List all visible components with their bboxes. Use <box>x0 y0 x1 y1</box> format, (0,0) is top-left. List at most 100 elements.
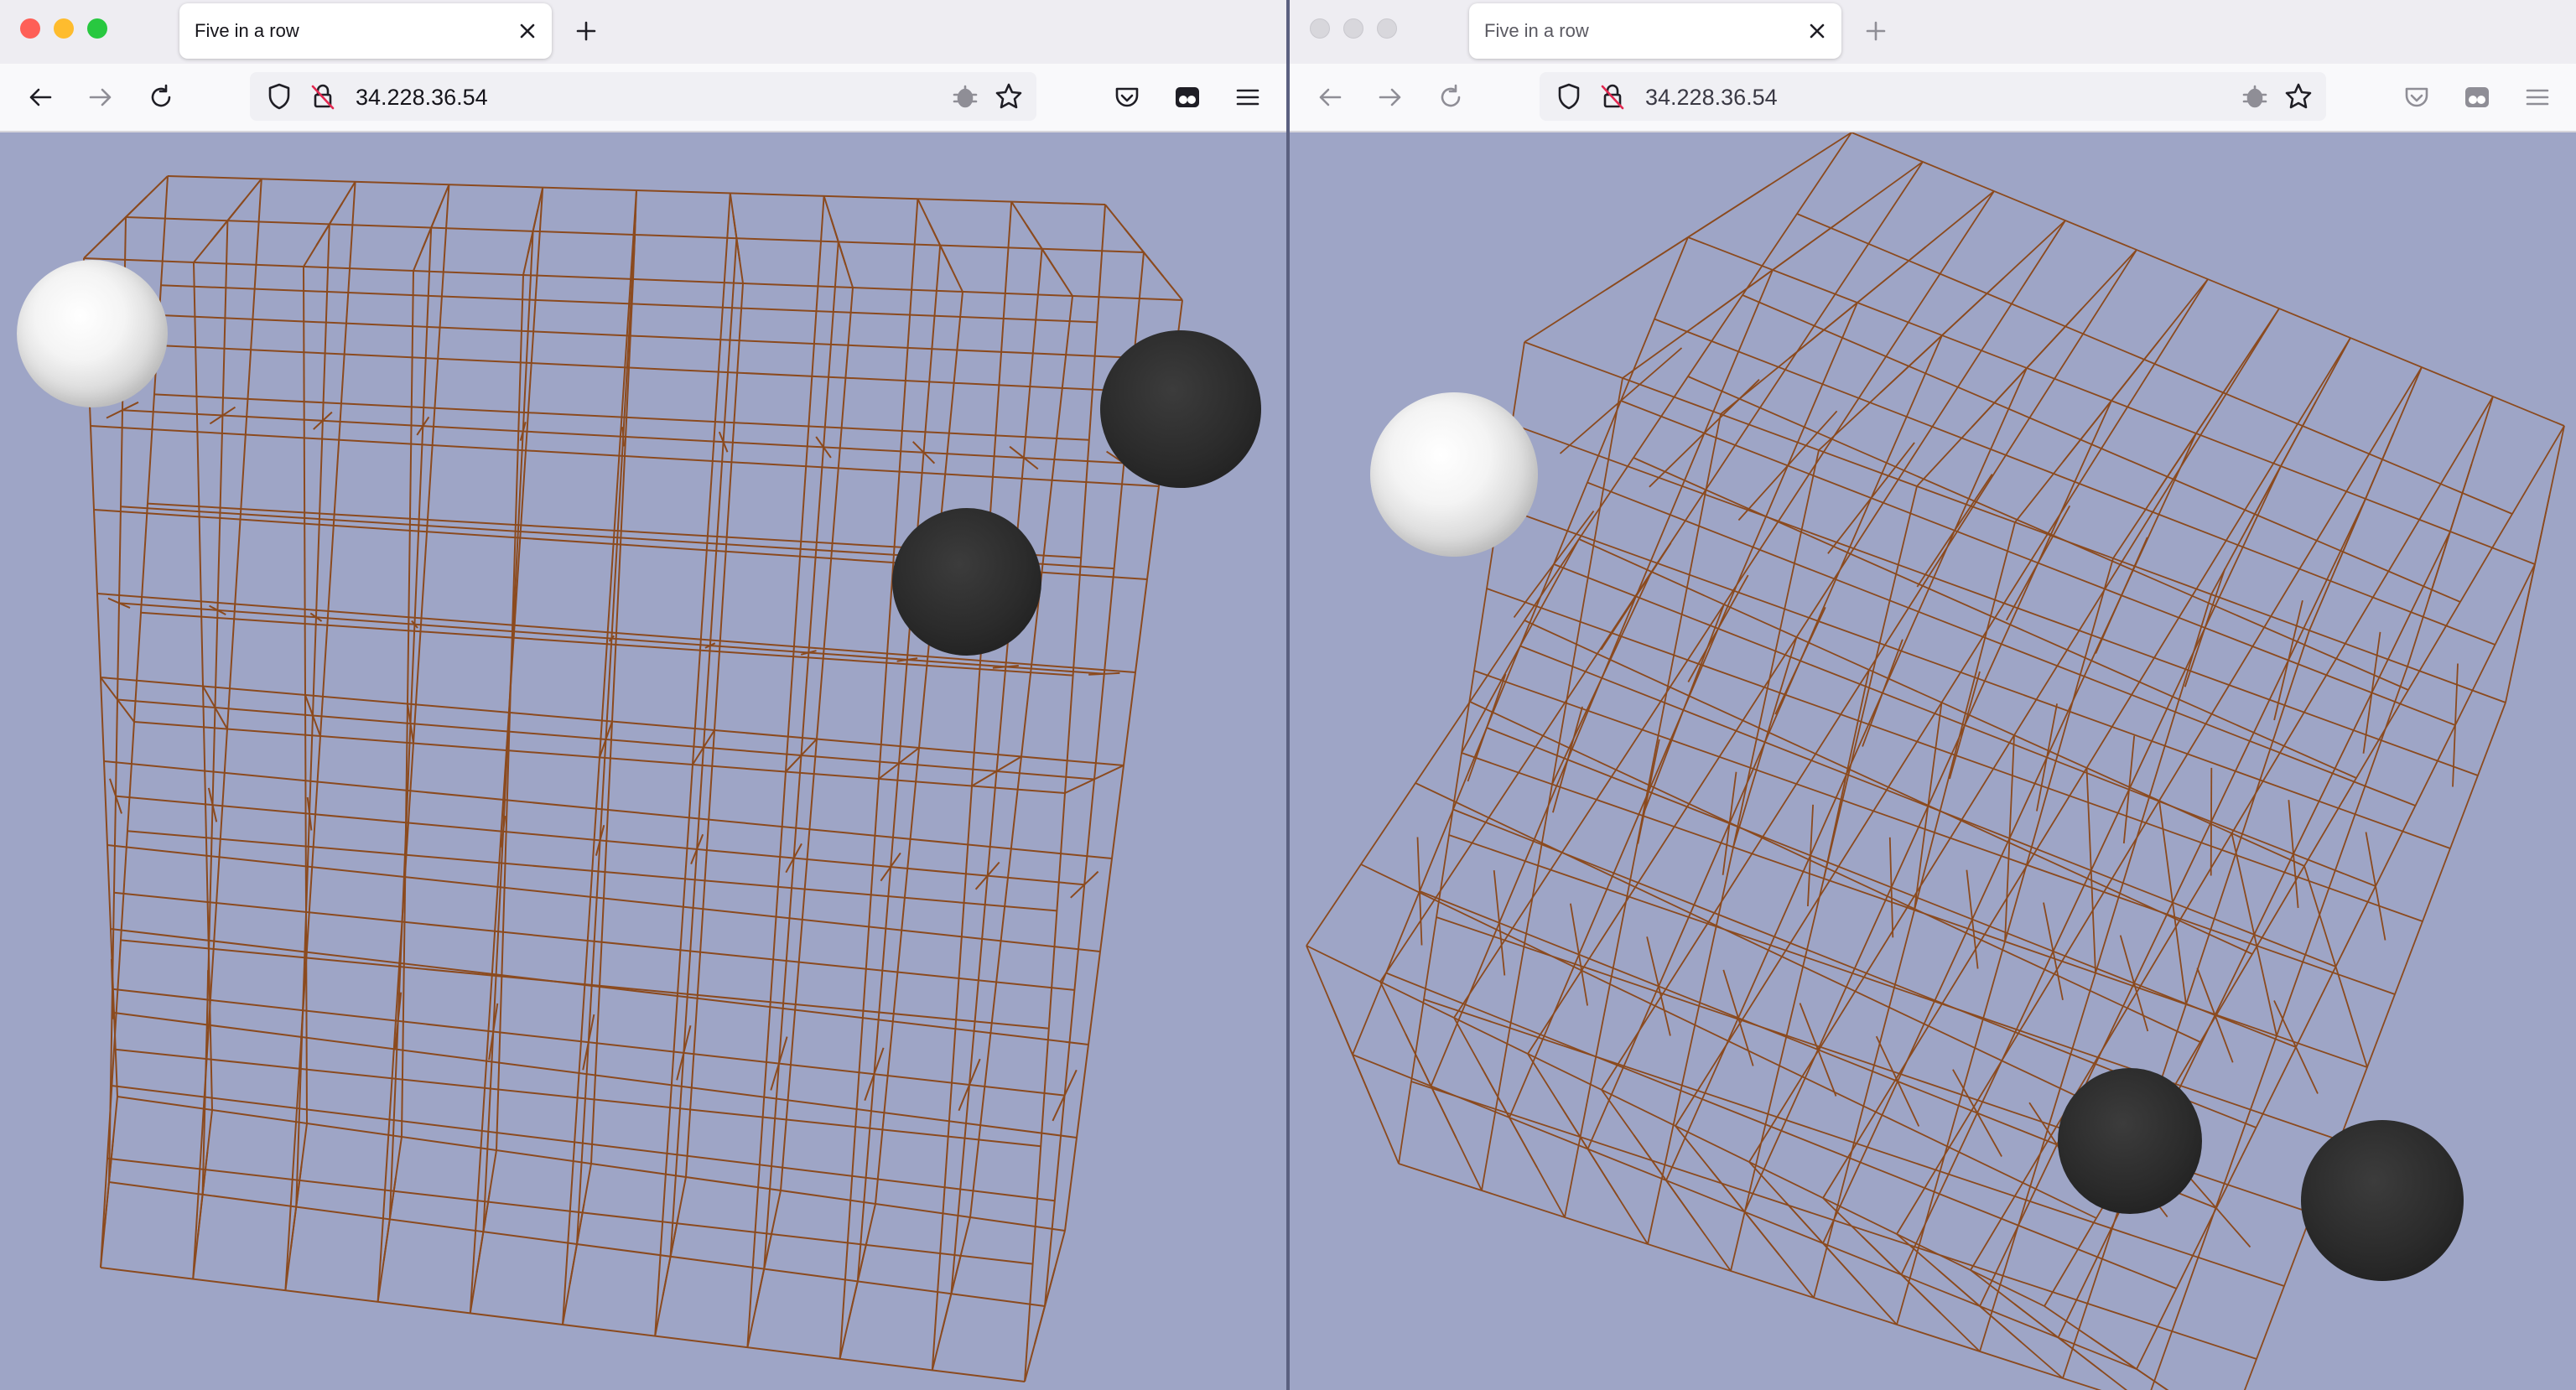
url-text[interactable]: 34.228.36.54 <box>356 85 488 111</box>
star-icon[interactable] <box>2283 80 2314 112</box>
grid-line <box>2158 800 2187 1005</box>
container-icon[interactable] <box>2460 80 2494 114</box>
grid-line <box>1979 594 2212 1352</box>
tab-five-in-a-row[interactable]: Five in a row <box>1469 3 1841 59</box>
white-stone[interactable] <box>1370 392 1538 557</box>
game-viewport[interactable] <box>0 132 1286 1390</box>
grid-line <box>2196 967 2234 1063</box>
grid-line <box>106 844 1101 952</box>
grid-line <box>2153 371 2239 496</box>
bug-icon[interactable] <box>2239 80 2271 112</box>
black-stone[interactable] <box>892 508 1041 656</box>
grid-line <box>1827 442 1915 554</box>
grid-line <box>2362 631 2381 754</box>
grid-line <box>113 1012 1078 1138</box>
reload-icon[interactable] <box>1434 80 1467 114</box>
arrow-right-icon[interactable] <box>84 80 117 114</box>
bug-icon[interactable] <box>949 80 981 112</box>
grid-line <box>1788 246 1927 360</box>
tab-strip: Five in a row <box>1290 0 2576 64</box>
grid-line <box>1971 308 2083 428</box>
tab-strip: Five in a row <box>0 0 1286 64</box>
grid-line <box>1606 184 1770 291</box>
grid-line <box>113 1048 1041 1148</box>
minimize-window-button[interactable] <box>1343 18 1363 39</box>
shield-icon[interactable] <box>1553 80 1585 112</box>
grid-line <box>780 287 854 1191</box>
arrow-left-icon[interactable] <box>1313 80 1347 114</box>
grid-line <box>110 1084 1055 1202</box>
close-icon[interactable] <box>517 20 538 42</box>
pocket-icon[interactable] <box>1110 80 1144 114</box>
grid-line <box>103 760 1113 859</box>
grid-line <box>1070 870 1099 899</box>
grid-line <box>2303 865 2368 1068</box>
minimize-window-button[interactable] <box>54 18 74 39</box>
grid-line <box>2288 800 2299 909</box>
browser-window-right: Five in a row 34.228.36.54 <box>1290 0 2576 1390</box>
grid-line <box>1879 277 2005 394</box>
grid-line <box>2062 339 2161 463</box>
grid-line <box>1914 702 1943 910</box>
grid-line <box>113 891 1075 991</box>
grid-line <box>1415 782 2149 1131</box>
grid-line <box>878 747 920 780</box>
address-bar[interactable]: 34.228.36.54 <box>1540 72 2326 121</box>
grid-line <box>2245 402 2317 531</box>
grid-line <box>2085 767 2096 973</box>
tab-title: Five in a row <box>1484 20 1589 41</box>
grid-line <box>112 988 1065 1097</box>
grid-line <box>1737 410 1838 521</box>
grid-line <box>1034 1268 1056 1345</box>
grid-line <box>117 1096 1066 1232</box>
white-stone[interactable] <box>17 260 168 407</box>
address-bar[interactable]: 34.228.36.54 <box>250 72 1036 121</box>
grid-cube-3d[interactable] <box>0 132 1286 1390</box>
close-icon[interactable] <box>1806 20 1828 42</box>
grid-line <box>2043 902 2064 1000</box>
grid-line <box>839 199 919 1359</box>
grid-line <box>971 755 1022 787</box>
grid-line <box>2231 832 2277 1036</box>
grid-line <box>110 928 1089 1045</box>
tab-five-in-a-row[interactable]: Five in a row <box>179 3 552 59</box>
hamburger-menu-icon[interactable] <box>1231 80 1265 114</box>
arrow-left-icon[interactable] <box>23 80 57 114</box>
black-stone[interactable] <box>2301 1120 2464 1281</box>
grid-line <box>2428 464 2473 599</box>
container-icon[interactable] <box>1171 80 1204 114</box>
close-window-button[interactable] <box>1310 18 1330 39</box>
plus-icon[interactable] <box>570 15 602 47</box>
close-window-button[interactable] <box>20 18 40 39</box>
pocket-icon[interactable] <box>2400 80 2433 114</box>
star-icon[interactable] <box>993 80 1025 112</box>
black-stone[interactable] <box>1100 330 1261 488</box>
browser-window-left: Five in a row 34.228.36.54 <box>0 0 1286 1390</box>
navigation-toolbar: 34.228.36.54 <box>1290 64 2576 131</box>
grid-line <box>2122 735 2136 844</box>
reload-icon[interactable] <box>144 80 178 114</box>
navigation-toolbar: 34.228.36.54 <box>0 64 1286 131</box>
grid-line <box>1360 864 2097 1219</box>
tab-title: Five in a row <box>195 20 299 41</box>
grid-line <box>590 278 634 1164</box>
grid-line <box>1896 558 2114 1325</box>
hamburger-menu-icon[interactable] <box>2521 80 2554 114</box>
grid-line <box>2365 832 2386 941</box>
grid-line <box>2004 734 2015 942</box>
grid-line <box>1064 765 1124 794</box>
game-viewport[interactable] <box>1290 132 2576 1390</box>
url-text[interactable]: 34.228.36.54 <box>1645 85 1778 111</box>
plus-icon[interactable] <box>1860 15 1892 47</box>
zoom-window-button[interactable] <box>87 18 107 39</box>
lock-slash-icon[interactable] <box>307 80 339 112</box>
arrow-right-icon[interactable] <box>1374 80 1407 114</box>
grid-line <box>1970 1269 2128 1390</box>
grid-line <box>1052 1069 1078 1122</box>
grid-line <box>875 291 963 1205</box>
zoom-window-button[interactable] <box>1377 18 1397 39</box>
black-stone[interactable] <box>2058 1068 2202 1214</box>
grid-line <box>1352 1054 2137 1370</box>
shield-icon[interactable] <box>263 80 295 112</box>
lock-slash-icon[interactable] <box>1597 80 1628 112</box>
